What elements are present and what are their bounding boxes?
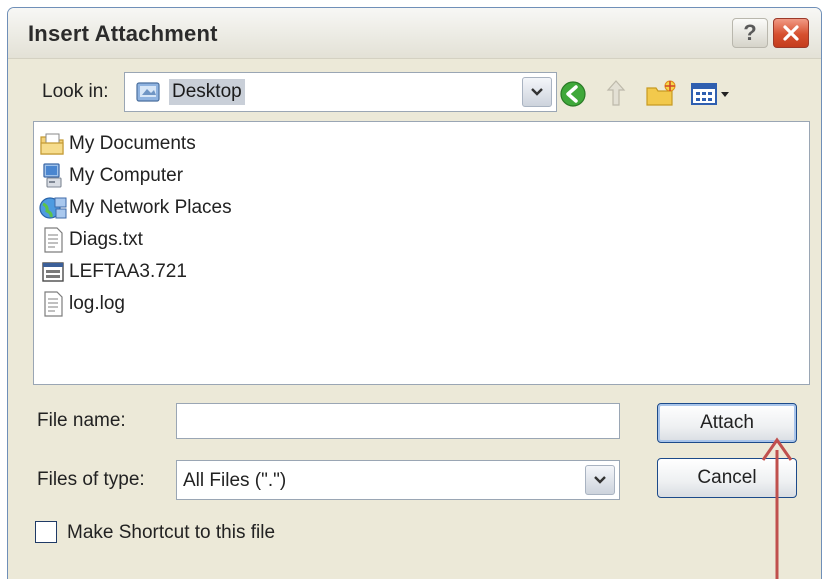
- help-button[interactable]: ?: [732, 18, 768, 48]
- help-icon: ?: [743, 20, 757, 45]
- file-name: log.log: [69, 293, 125, 314]
- text-file-icon: [44, 227, 63, 253]
- file-name: My Documents: [69, 133, 196, 154]
- file-name: Diags.txt: [69, 229, 143, 250]
- filetype-label: Files of type:: [37, 469, 145, 490]
- chevron-down-icon: [531, 88, 543, 96]
- list-item[interactable]: LEFTAA3.721: [38, 257, 187, 287]
- filename-label: File name:: [37, 410, 126, 431]
- close-button[interactable]: [773, 18, 809, 48]
- make-shortcut-checkbox[interactable]: [35, 521, 57, 543]
- file-name: LEFTAA3.721: [69, 261, 187, 282]
- dialog-title: Insert Attachment: [28, 21, 218, 46]
- file-list[interactable]: My Documents My Computer My Network Plac…: [33, 121, 810, 385]
- insert-attachment-dialog: Insert Attachment ? Look in: Desktop My …: [7, 7, 822, 579]
- lookin-label: Look in:: [42, 81, 109, 102]
- cancel-button[interactable]: Cancel: [657, 458, 797, 498]
- list-item[interactable]: My Network Places: [38, 193, 232, 223]
- make-shortcut-label: Make Shortcut to this file: [67, 522, 276, 543]
- list-item[interactable]: My Computer: [38, 161, 183, 191]
- views-menu-button[interactable]: [690, 80, 734, 108]
- back-icon[interactable]: [558, 79, 588, 109]
- lookin-dropdown-button[interactable]: [522, 77, 552, 107]
- chevron-down-icon: [594, 476, 606, 484]
- filetype-select[interactable]: All Files ("."): [176, 460, 620, 500]
- views-icon: [691, 83, 729, 105]
- title-bar[interactable]: Insert Attachment ?: [8, 8, 821, 59]
- desktop-icon: [136, 82, 160, 102]
- filename-input[interactable]: [176, 403, 620, 439]
- close-icon: [783, 25, 799, 41]
- list-item[interactable]: Diags.txt: [38, 225, 143, 255]
- file-name: My Network Places: [69, 197, 232, 218]
- text-file-icon: [44, 291, 63, 317]
- filetype-dropdown-button[interactable]: [585, 465, 615, 495]
- network-places-icon: [39, 197, 67, 219]
- my-computer-icon: [43, 163, 62, 188]
- up-folder-icon[interactable]: [603, 78, 629, 108]
- list-item[interactable]: My Documents: [38, 129, 196, 159]
- lookin-combobox[interactable]: Desktop: [124, 72, 557, 112]
- file-name: My Computer: [69, 165, 184, 186]
- my-documents-icon: [40, 133, 64, 155]
- generic-file-icon: [42, 262, 64, 282]
- new-folder-icon[interactable]: [644, 79, 678, 109]
- attach-button[interactable]: Attach: [657, 403, 797, 443]
- list-item[interactable]: log.log: [38, 289, 125, 319]
- lookin-value: Desktop: [169, 79, 245, 105]
- filetype-value: All Files ("."): [183, 470, 287, 491]
